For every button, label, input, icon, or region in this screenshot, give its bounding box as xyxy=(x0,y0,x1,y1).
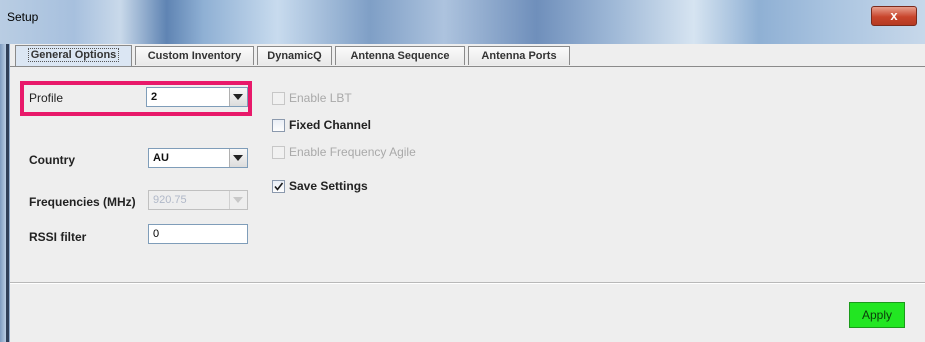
chevron-down-icon xyxy=(229,191,247,209)
chevron-down-icon[interactable] xyxy=(229,88,247,106)
setup-window: Setup x General Options Custom Inventory… xyxy=(0,0,925,342)
rssi-filter-field[interactable] xyxy=(148,224,248,244)
frequencies-select: 920.75 xyxy=(148,190,248,210)
country-label: Country xyxy=(29,153,75,167)
checkbox-icon[interactable] xyxy=(272,119,285,132)
tab-antenna-ports[interactable]: Antenna Ports xyxy=(468,46,570,65)
rssi-filter-input[interactable] xyxy=(149,225,247,243)
country-select[interactable]: AU xyxy=(148,148,248,168)
tab-antenna-sequence[interactable]: Antenna Sequence xyxy=(335,46,465,65)
close-icon: x xyxy=(890,8,898,23)
window-left-frame xyxy=(0,44,10,342)
close-button[interactable]: x xyxy=(871,6,917,26)
checkbox-icon xyxy=(272,146,285,159)
general-options-panel: General Options Custom Inventory Dynamic… xyxy=(10,44,925,342)
chevron-down-icon[interactable] xyxy=(229,149,247,167)
profile-select[interactable]: 2 xyxy=(146,87,248,107)
apply-button[interactable]: Apply xyxy=(849,302,905,328)
window-title: Setup xyxy=(7,10,39,24)
profile-label: Profile xyxy=(29,91,64,105)
tab-dynamicq[interactable]: DynamicQ xyxy=(257,46,332,65)
tab-bar: General Options Custom Inventory Dynamic… xyxy=(10,44,925,67)
checkmark-icon[interactable] xyxy=(272,180,285,193)
tab-custom-inventory[interactable]: Custom Inventory xyxy=(135,46,254,65)
rssi-filter-label: RSSI filter xyxy=(29,230,87,244)
frequencies-label: Frequencies (MHz) xyxy=(29,195,136,209)
title-bar[interactable]: Setup x xyxy=(0,0,925,44)
tab-general-options[interactable]: General Options xyxy=(15,45,132,66)
checkbox-icon xyxy=(272,92,285,105)
